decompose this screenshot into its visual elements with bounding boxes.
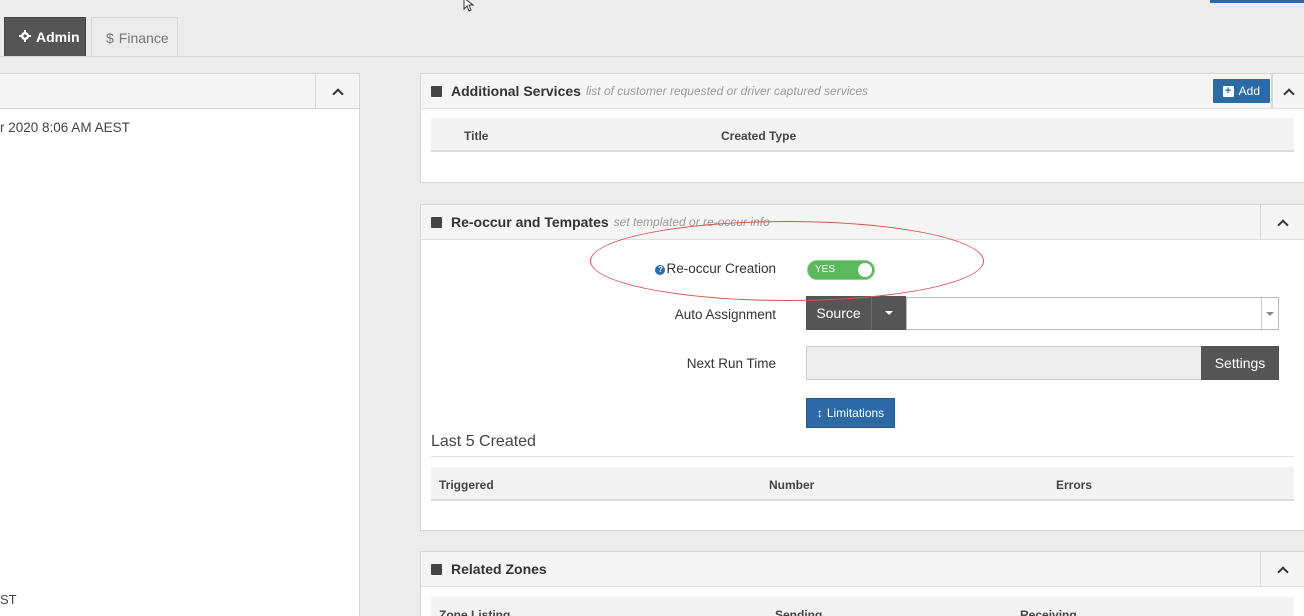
settings-button[interactable]: Settings [1201,346,1279,380]
reoccur-panel: Re-occur and Tempates set templated or r… [420,204,1304,531]
panel-square-icon [431,85,442,97]
table-header: Zone Listing Sending Receiving [431,597,1294,616]
created-date-text: r 2020 8:06 AM AEST [0,120,130,135]
reoccur-creation-toggle[interactable]: YES [807,260,875,280]
caret-down-icon [885,311,893,315]
left-bottom-text: ST [0,592,17,607]
limitations-button[interactable]: ↕ Limitations [806,398,895,428]
limitations-label: Limitations [826,406,885,420]
column-errors[interactable]: Errors [1056,478,1092,492]
last5-title: Last 5 Created [431,433,536,450]
auto-assignment-label: Auto Assignment [674,307,776,322]
panel-subtitle: set templated or re-occur info [613,215,770,229]
mouse-cursor-icon [463,0,475,12]
additional-services-panel: Additional Services list of customer req… [420,73,1304,183]
table-header: Title Created Type [431,118,1294,152]
tab-admin-label: Admin [36,29,80,45]
column-number[interactable]: Number [769,478,814,492]
panel-title: Related Zones [451,561,547,577]
vertical-arrows-icon: ↕ [816,406,823,420]
column-triggered[interactable]: Triggered [439,478,494,492]
help-icon[interactable]: ? [655,265,666,275]
panel-subtitle: list of customer requested or driver cap… [585,84,869,98]
column-sending[interactable]: Sending [775,608,822,616]
dollar-icon: $ [106,29,114,46]
reoccur-creation-text: Re-occur Creation [666,261,776,276]
divider [431,456,1294,457]
table-header: Triggered Number Errors [431,467,1294,501]
next-run-time-label: Next Run Time [686,356,776,371]
chevron-up-icon [1276,218,1289,231]
tab-finance[interactable]: $ Finance [91,17,178,57]
chevron-up-icon [1282,87,1295,100]
related-zones-collapse-button[interactable] [1260,552,1304,587]
left-panel: r 2020 8:06 AM AEST ST [0,73,360,616]
related-zones-panel: Related Zones Zone Listing Sending Recei… [420,551,1304,616]
reoccur-creation-label: ? Re-occur Creation [655,261,776,276]
source-dropdown-button[interactable] [871,296,906,330]
column-receiving[interactable]: Receiving [1020,608,1077,616]
column-zone-listing[interactable]: Zone Listing [439,608,510,616]
left-collapse-button[interactable] [315,74,359,109]
plus-icon: + [1222,85,1234,97]
panel-title: Additional Services [451,83,581,99]
tab-admin[interactable]: Admin [4,17,86,57]
panel-title: Re-occur and Tempates [451,214,609,230]
next-run-time-input[interactable] [806,346,1202,380]
column-created-type[interactable]: Created Type [721,129,796,143]
panel-square-icon [431,216,442,228]
top-button-edge[interactable] [1210,0,1304,3]
add-button[interactable]: + Add [1212,79,1270,103]
caret-down-icon [1266,311,1274,316]
reoccur-header: Re-occur and Tempates set templated or r… [421,205,1304,240]
related-zones-header: Related Zones [421,552,1304,587]
chevron-up-icon [331,87,344,100]
column-title[interactable]: Title [464,129,488,143]
toggle-value: YES [815,264,836,275]
additional-services-header: Additional Services list of customer req… [421,74,1304,109]
additional-services-collapse-button[interactable] [1272,74,1304,109]
panel-square-icon [431,563,442,575]
toggle-knob [858,263,872,277]
source-button[interactable]: Source [806,296,871,330]
reoccur-collapse-button[interactable] [1260,205,1304,240]
tab-finance-label: Finance [118,29,169,46]
tabs-divider [0,56,1304,57]
select-arrow[interactable] [1261,298,1278,329]
left-panel-header [0,74,359,109]
gear-icon [19,29,31,45]
chevron-up-icon [1276,565,1289,578]
add-button-label: Add [1238,84,1260,98]
auto-assignment-select[interactable] [906,297,1279,330]
